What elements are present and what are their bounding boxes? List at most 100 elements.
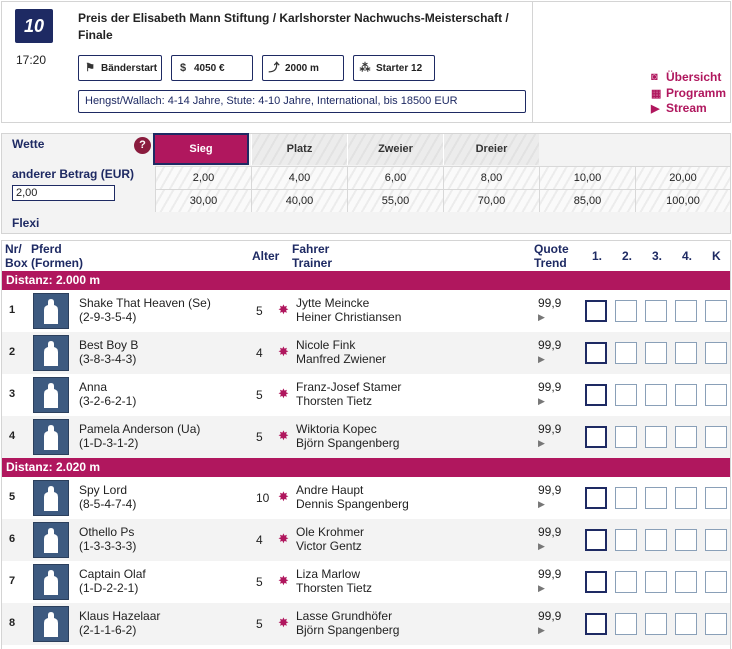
first-place-checkbox[interactable] (585, 300, 607, 322)
amount-option[interactable]: 8,00 (443, 166, 539, 189)
starters-label: Starter 12 (376, 62, 423, 74)
odds: 99,9 ▶ (538, 567, 561, 595)
horse-name[interactable]: Pamela Anderson (Ua) (79, 422, 200, 436)
play-icon: ▶ (651, 102, 660, 115)
horse-name[interactable]: Anna (79, 380, 136, 394)
flexi-label: Flexi (12, 216, 40, 230)
header-second: 2. (622, 249, 633, 263)
k-checkbox[interactable] (705, 529, 727, 551)
horse-name[interactable]: Klaus Hazelaar (79, 609, 160, 623)
driver-trainer: Lasse Grundhöfer Björn Spangenberg (296, 609, 399, 637)
third-place-checkbox[interactable] (645, 613, 667, 635)
k-checkbox[interactable] (705, 571, 727, 593)
amount-option[interactable]: 30,00 (155, 189, 251, 212)
amount-option[interactable]: 4,00 (251, 166, 347, 189)
driver-trainer: Liza Marlow Thorsten Tietz (296, 567, 372, 595)
trend-icon: ▶ (538, 312, 545, 322)
distance-icon: ⤴ (268, 62, 280, 74)
tab-sieg[interactable]: Sieg (153, 133, 249, 165)
stream-link[interactable]: ▶ Stream (651, 101, 707, 115)
k-checkbox[interactable] (705, 487, 727, 509)
amount-option[interactable]: 70,00 (443, 189, 539, 212)
distance-chip: ⤴ 2000 m (262, 55, 344, 81)
trend-icon: ▶ (538, 438, 545, 448)
header-fourth: 4. (682, 249, 693, 263)
overview-link[interactable]: ◙ Übersicht (651, 70, 721, 84)
amount-option[interactable]: 100,00 (635, 189, 730, 212)
second-place-checkbox[interactable] (615, 571, 637, 593)
driver-name: Wiktoria Kopec (296, 422, 377, 436)
third-place-checkbox[interactable] (645, 342, 667, 364)
star-icon: ✸ (278, 428, 289, 443)
header-formen: (Formen) (31, 256, 83, 270)
third-place-checkbox[interactable] (645, 300, 667, 322)
first-place-checkbox[interactable] (585, 342, 607, 364)
fourth-place-checkbox[interactable] (675, 529, 697, 551)
second-place-checkbox[interactable] (615, 342, 637, 364)
horse-age: 5 (256, 388, 263, 402)
first-place-checkbox[interactable] (585, 613, 607, 635)
odds-value: 99,9 (538, 338, 562, 352)
amount-option[interactable]: 85,00 (539, 189, 635, 212)
horse-name[interactable]: Best Boy B (79, 338, 138, 352)
k-checkbox[interactable] (705, 300, 727, 322)
amount-option[interactable]: 10,00 (539, 166, 635, 189)
first-place-checkbox[interactable] (585, 384, 607, 406)
third-place-checkbox[interactable] (645, 426, 667, 448)
first-place-checkbox[interactable] (585, 571, 607, 593)
first-place-checkbox[interactable] (585, 426, 607, 448)
horse-name[interactable]: Shake That Heaven (Se) (79, 296, 211, 310)
odds-value: 99,9 (538, 525, 562, 539)
star-icon: ✸ (278, 344, 289, 359)
second-place-checkbox[interactable] (615, 613, 637, 635)
trainer-name: Manfred Zwiener (296, 352, 387, 366)
amount-option[interactable]: 6,00 (347, 166, 443, 189)
third-place-checkbox[interactable] (645, 529, 667, 551)
odds-value: 99,9 (538, 567, 562, 581)
stream-label: Stream (666, 101, 707, 115)
starter-row: 2 Best Boy B (3-8-3-4-3) 4 ✸ Nicole Fink Manfr… (2, 332, 730, 374)
fourth-place-checkbox[interactable] (675, 487, 697, 509)
k-checkbox[interactable] (705, 384, 727, 406)
tab-platz[interactable]: Platz (251, 134, 347, 165)
fourth-place-checkbox[interactable] (675, 300, 697, 322)
driver-trainer: Jytte Meincke Heiner Christiansen (296, 296, 401, 324)
horse-name[interactable]: Captain Olaf (79, 567, 146, 581)
fourth-place-checkbox[interactable] (675, 571, 697, 593)
second-place-checkbox[interactable] (615, 384, 637, 406)
horse-name[interactable]: Othello Ps (79, 525, 136, 539)
second-place-checkbox[interactable] (615, 426, 637, 448)
tab-zweier[interactable]: Zweier (347, 134, 443, 165)
second-place-checkbox[interactable] (615, 487, 637, 509)
start-number: 5 (9, 491, 16, 503)
second-place-checkbox[interactable] (615, 300, 637, 322)
help-icon[interactable]: ? (134, 137, 151, 154)
tab-dreier[interactable]: Dreier (443, 134, 539, 165)
third-place-checkbox[interactable] (645, 487, 667, 509)
k-checkbox[interactable] (705, 342, 727, 364)
start-type-label: Bänderstart (101, 62, 158, 74)
star-icon: ✸ (278, 302, 289, 317)
start-number: 3 (9, 388, 16, 400)
fourth-place-checkbox[interactable] (675, 384, 697, 406)
third-place-checkbox[interactable] (645, 384, 667, 406)
fourth-place-checkbox[interactable] (675, 613, 697, 635)
amount-option[interactable]: 40,00 (251, 189, 347, 212)
program-link[interactable]: ▦ Programm (651, 86, 726, 100)
amount-option[interactable]: 55,00 (347, 189, 443, 212)
horse-name[interactable]: Spy Lord (79, 483, 136, 497)
amount-option[interactable]: 20,00 (635, 166, 730, 189)
k-checkbox[interactable] (705, 426, 727, 448)
third-place-checkbox[interactable] (645, 571, 667, 593)
odds: 99,9 ▶ (538, 380, 561, 408)
odds-value: 99,9 (538, 609, 562, 623)
fourth-place-checkbox[interactable] (675, 342, 697, 364)
amount-option[interactable]: 2,00 (155, 166, 251, 189)
first-place-checkbox[interactable] (585, 487, 607, 509)
second-place-checkbox[interactable] (615, 529, 637, 551)
fourth-place-checkbox[interactable] (675, 426, 697, 448)
k-checkbox[interactable] (705, 613, 727, 635)
jockey-silk-icon (33, 480, 69, 516)
amount-input[interactable] (12, 185, 115, 201)
first-place-checkbox[interactable] (585, 529, 607, 551)
